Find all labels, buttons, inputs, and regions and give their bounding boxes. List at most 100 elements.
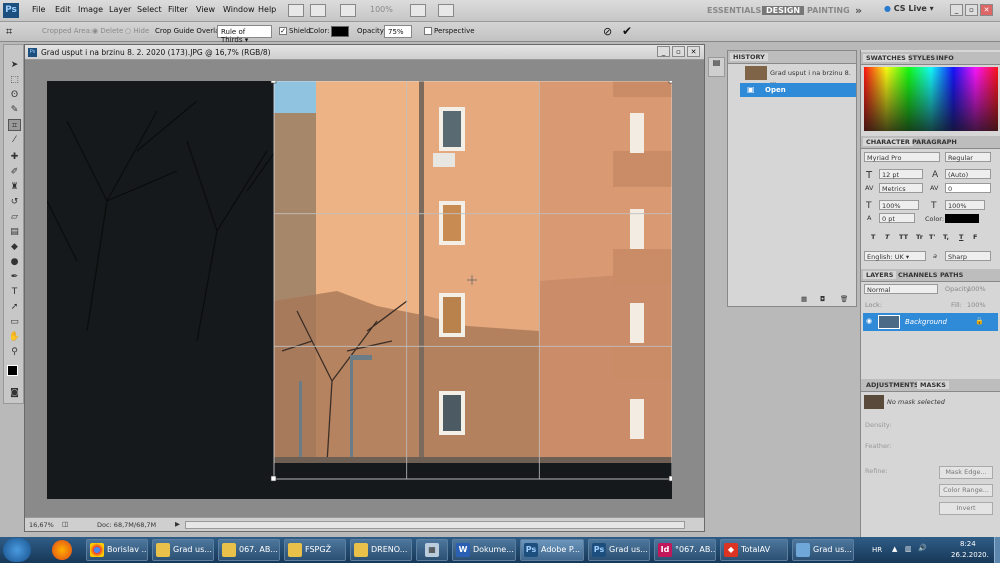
tracking-field[interactable]: 0 [945, 183, 991, 193]
close-button[interactable]: ✕ [980, 4, 993, 16]
zoom-tool-icon[interactable]: ⚲ [8, 346, 21, 358]
doc-minimize-button[interactable]: _ [657, 46, 670, 57]
task-photo-viewer[interactable]: Grad us... [792, 539, 854, 561]
workspace-essentials[interactable]: ESSENTIALS [707, 3, 761, 19]
commit-crop-icon[interactable]: ✔ [622, 24, 632, 38]
task-word[interactable]: W Dokume... [452, 539, 516, 561]
arrange-documents-icon[interactable] [410, 4, 426, 17]
pen-tool-icon[interactable]: ✒ [8, 271, 21, 283]
menu-help[interactable]: Help [258, 5, 276, 14]
font-family-select[interactable]: Myriad Pro [864, 152, 940, 162]
color-range-button[interactable]: Color Range... [939, 484, 993, 497]
menu-select[interactable]: Select [137, 5, 162, 14]
show-desktop-button[interactable] [994, 537, 1000, 563]
kerning-field[interactable]: Metrics [879, 183, 923, 193]
swatch-grid[interactable] [864, 67, 998, 131]
menu-window[interactable]: Window [223, 5, 255, 14]
status-icon[interactable]: ◫ [62, 520, 68, 528]
history-new-doc-icon[interactable]: ▦ [801, 295, 807, 303]
crop-tool-icon[interactable]: ⌗ [8, 119, 21, 131]
doc-close-button[interactable]: ✕ [687, 46, 700, 57]
blend-mode-select[interactable]: Normal [864, 284, 938, 294]
foreground-color[interactable] [7, 365, 18, 376]
healing-brush-icon[interactable]: ✚ [8, 151, 21, 163]
tab-swatches[interactable]: SWATCHES [863, 54, 909, 62]
layer-row-background[interactable]: ◉ Background 🔒 [863, 313, 998, 331]
blur-tool-icon[interactable]: ◆ [8, 241, 21, 253]
gradient-tool-icon[interactable]: ▤ [8, 226, 21, 238]
task-totalav[interactable]: ◆ TotalAV [720, 539, 788, 561]
crop-overlay-select[interactable]: Rule of Thirds ▾ [217, 25, 272, 44]
start-button[interactable] [3, 538, 31, 562]
language-select[interactable]: English: UK ▾ [864, 251, 926, 261]
horizontal-scale-field[interactable]: 100% [945, 200, 985, 210]
task-folder-3[interactable]: FSPGŽ [284, 539, 346, 561]
horizontal-scrollbar[interactable] [185, 521, 685, 529]
history-dock-icon[interactable]: ▤ [708, 57, 725, 77]
underline-icon[interactable]: T [959, 233, 963, 241]
image-canvas[interactable] [47, 81, 672, 499]
workspace-painting[interactable]: PAINTING [807, 3, 850, 19]
task-folder-1[interactable]: Grad us... [152, 539, 214, 561]
all-caps-icon[interactable]: TT [899, 233, 908, 241]
fill-value[interactable]: 100% [967, 301, 986, 309]
bridge-icon[interactable] [288, 4, 304, 17]
subscript-icon[interactable]: T, [943, 233, 949, 241]
history-brush-icon[interactable]: ↺ [8, 196, 21, 208]
hide-radio[interactable]: ○ Hide [125, 27, 149, 35]
history-state-row[interactable]: ▣ Open [740, 83, 856, 97]
task-indesign[interactable]: Id °067. AB... [654, 539, 716, 561]
tab-info[interactable]: INFO [933, 54, 957, 62]
shield-color-swatch[interactable] [331, 26, 349, 37]
perspective-checkbox[interactable] [424, 27, 432, 35]
brush-tool-icon[interactable]: ✐ [8, 166, 21, 178]
type-tool-icon[interactable]: T [8, 286, 21, 298]
lasso-tool-icon[interactable]: ʘ [8, 89, 21, 101]
dodge-tool-icon[interactable]: ● [8, 256, 21, 268]
tab-character[interactable]: CHARACTER [863, 138, 913, 146]
view-extras-icon[interactable] [340, 4, 356, 17]
clock-time[interactable]: 8:24 [960, 540, 976, 548]
task-folder-2[interactable]: 067. AB... [218, 539, 280, 561]
tray-expand-icon[interactable]: ▲ [892, 545, 897, 553]
history-snapshot-icon[interactable]: ◘ [820, 295, 825, 303]
marquee-tool-icon[interactable]: ⬚ [8, 74, 21, 86]
tab-channels[interactable]: CHANNELS [895, 271, 940, 279]
faux-italic-icon[interactable]: T [885, 233, 889, 241]
strikethrough-icon[interactable]: F [973, 233, 977, 241]
zoom-percent[interactable]: 16,67% [29, 521, 54, 529]
layer-visibility-icon[interactable]: ◉ [866, 317, 872, 325]
delete-radio[interactable]: ◉ Delete [92, 27, 123, 35]
shape-tool-icon[interactable]: ▭ [8, 316, 21, 328]
task-calculator[interactable]: ▦ [416, 539, 448, 561]
task-photoshop-active[interactable]: Ps Adobe P... [520, 539, 584, 561]
menu-image[interactable]: Image [78, 5, 103, 14]
task-folder-4[interactable]: DRENO... [350, 539, 412, 561]
cancel-crop-icon[interactable]: ⊘ [603, 25, 612, 38]
status-menu-arrow-icon[interactable]: ▶ [175, 520, 180, 528]
menu-edit[interactable]: Edit [55, 5, 71, 14]
anti-alias-select[interactable]: Sharp [945, 251, 991, 261]
shield-checkbox[interactable]: ✓ [279, 27, 287, 35]
superscript-icon[interactable]: T' [929, 233, 935, 241]
mask-edge-button[interactable]: Mask Edge... [939, 466, 993, 479]
quick-mask-icon[interactable]: ◙ [8, 387, 21, 399]
hand-tool-icon[interactable]: ✋ [8, 331, 21, 343]
tab-history[interactable]: HISTORY [730, 53, 768, 61]
workspace-design[interactable]: DESIGN [762, 6, 805, 15]
menu-filter[interactable]: Filter [168, 5, 188, 14]
faux-bold-icon[interactable]: T [871, 233, 875, 241]
move-tool-icon[interactable]: ➤ [8, 59, 21, 71]
baseline-field[interactable]: 0 pt [879, 213, 915, 223]
layer-opacity-value[interactable]: 100% [967, 285, 986, 293]
text-color-swatch[interactable] [945, 214, 979, 223]
vertical-scale-field[interactable]: 100% [879, 200, 919, 210]
menu-view[interactable]: View [196, 5, 215, 14]
task-photoshop-2[interactable]: Ps Grad us... [588, 539, 650, 561]
invert-button[interactable]: Invert [939, 502, 993, 515]
leading-field[interactable]: (Auto) [945, 169, 991, 179]
clock-date[interactable]: 26.2.2020. [951, 551, 989, 559]
tab-paragraph[interactable]: PARAGRAPH [909, 138, 960, 146]
shield-opacity-field[interactable]: 75% [384, 25, 412, 38]
quick-select-tool-icon[interactable]: ✎ [8, 104, 21, 116]
